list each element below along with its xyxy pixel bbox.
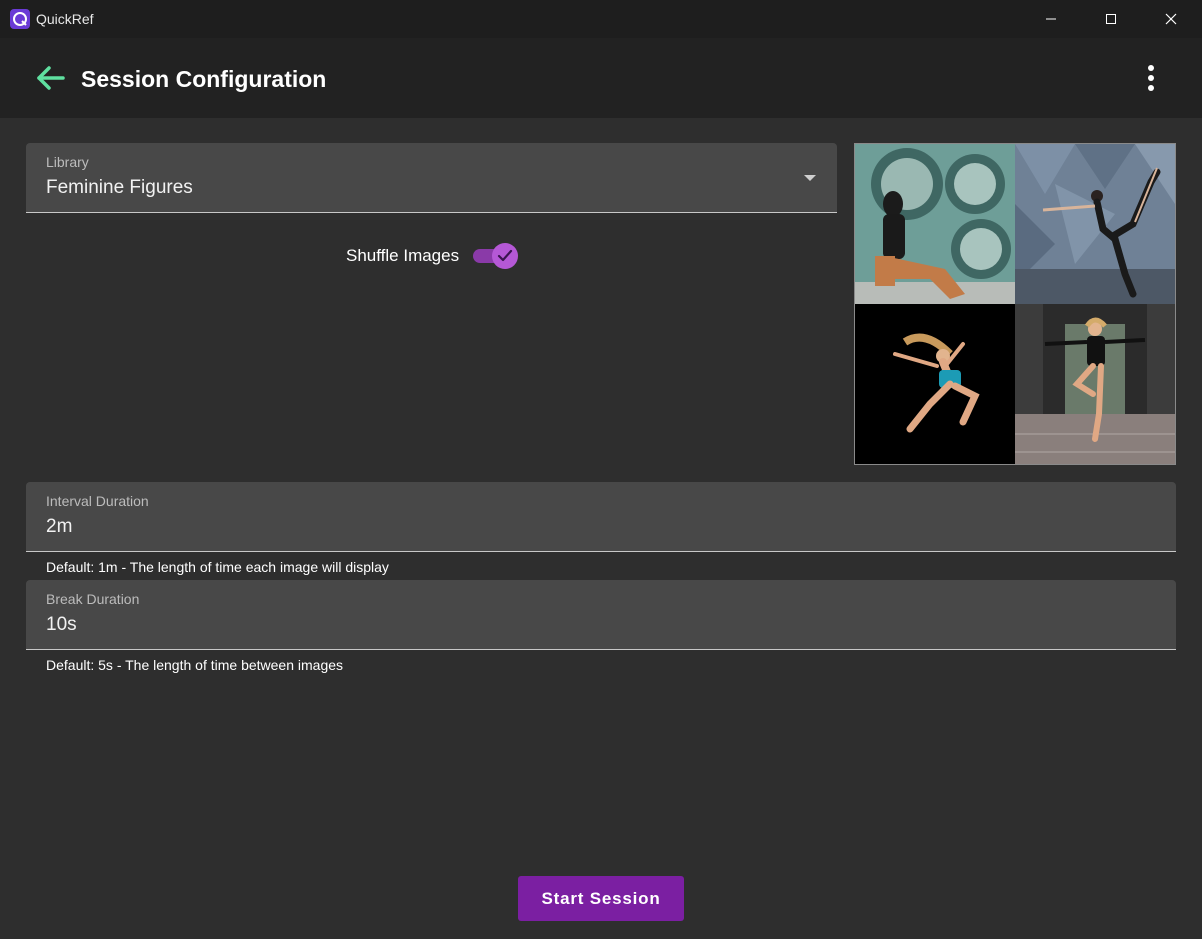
minimize-button[interactable] (1021, 0, 1081, 38)
page-title: Session Configuration (81, 66, 327, 92)
library-value: Feminine Figures (46, 177, 193, 198)
shuffle-toggle[interactable] (472, 243, 520, 269)
check-icon (497, 249, 513, 262)
break-duration-field[interactable]: Break Duration 10s (26, 580, 1176, 650)
interval-value: 2m (46, 516, 73, 537)
break-value: 10s (46, 614, 77, 635)
preview-image-2 (1015, 144, 1175, 304)
dropdown-arrow-icon (804, 175, 816, 181)
app-header: Session Configuration (0, 38, 1202, 118)
shuffle-label: Shuffle Images (346, 246, 460, 265)
interval-helper-text: Default: 1m - The length of time each im… (46, 559, 389, 575)
preview-image-1 (855, 144, 1015, 304)
more-vertical-icon (1148, 65, 1154, 91)
title-bar: QuickRef (0, 0, 1202, 38)
app-logo-icon (10, 9, 30, 29)
window-title: QuickRef (36, 11, 94, 27)
arrow-left-icon (37, 66, 65, 90)
library-select[interactable]: Library Feminine Figures (26, 143, 837, 213)
break-label: Break Duration (46, 591, 140, 607)
break-helper-text: Default: 5s - The length of time between… (46, 657, 344, 673)
back-button[interactable] (32, 60, 70, 96)
interval-duration-field[interactable]: Interval Duration 2m (26, 482, 1176, 552)
preview-image-4 (1015, 304, 1175, 464)
library-label: Library (46, 154, 89, 170)
more-options-button[interactable] (1136, 62, 1166, 94)
library-preview-grid (854, 143, 1176, 465)
close-button[interactable] (1141, 0, 1201, 38)
switch-thumb (492, 243, 518, 269)
start-session-button[interactable]: Start Session (518, 876, 684, 921)
maximize-button[interactable] (1081, 0, 1141, 38)
preview-image-3 (855, 304, 1015, 464)
interval-label: Interval Duration (46, 493, 149, 509)
minimize-icon (1046, 18, 1056, 20)
maximize-icon (1106, 14, 1116, 24)
close-icon (1165, 13, 1177, 25)
